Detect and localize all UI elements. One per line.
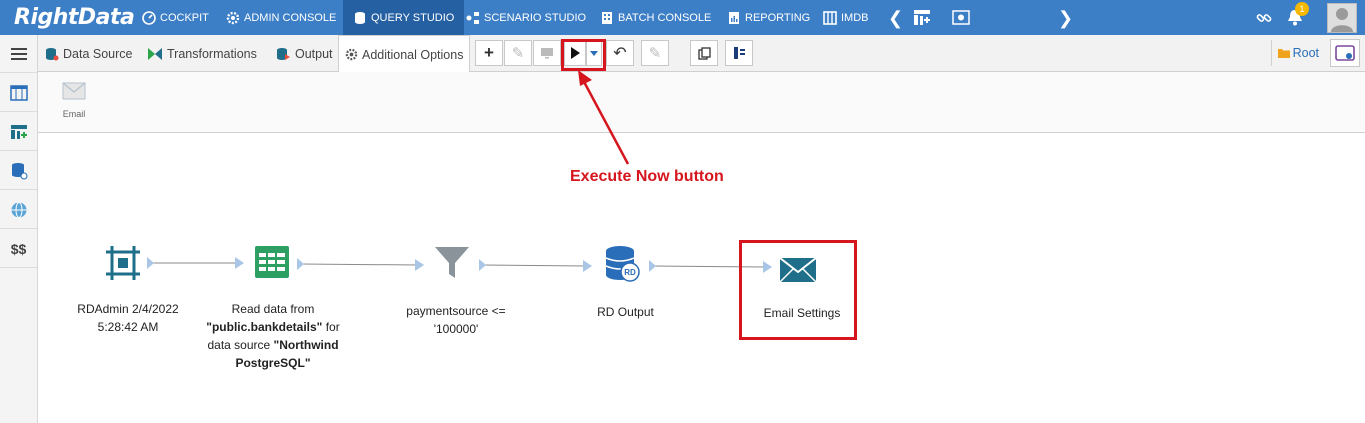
filter-funnel-icon[interactable] bbox=[433, 244, 471, 282]
globe-icon bbox=[11, 201, 26, 218]
share-button[interactable] bbox=[1330, 39, 1360, 67]
node-filter-label: paymentsource <= '100000' bbox=[406, 304, 506, 336]
node-rd-output-label: RD Output bbox=[597, 305, 654, 319]
nav-cockpit[interactable]: COCKPIT bbox=[142, 0, 209, 35]
node-read-data-label: Read data from "public.bankdetails" for … bbox=[206, 302, 340, 370]
edit-secondary-button[interactable]: ✎ bbox=[641, 40, 669, 66]
undo-icon: ↶ bbox=[613, 45, 627, 62]
tab-additional-options[interactable]: Additional Options bbox=[338, 35, 471, 73]
options-subbar: Email bbox=[38, 72, 1365, 133]
gear-icon bbox=[345, 48, 358, 61]
gear-icon bbox=[226, 11, 240, 24]
top-navigation-bar: RightData COCKPIT ADMIN CONSOLE QUERY ST… bbox=[0, 0, 1365, 35]
database-settings-icon bbox=[11, 162, 27, 179]
copy-icon bbox=[697, 46, 711, 60]
monitor-icon bbox=[541, 48, 553, 59]
report-icon bbox=[729, 11, 739, 24]
node-timestamp-label: RDAdmin 2/4/2022 5:28:42 AM bbox=[77, 302, 179, 334]
nav-next-chevron-icon[interactable]: ❯ bbox=[1058, 8, 1073, 29]
nav-admin-console[interactable]: ADMIN CONSOLE bbox=[226, 0, 336, 35]
table-add-icon bbox=[10, 124, 27, 139]
sidebar-item-network[interactable] bbox=[0, 191, 37, 229]
user-silhouette-icon bbox=[1331, 8, 1353, 32]
sidebar-item-cost[interactable]: $$ bbox=[0, 230, 37, 268]
pencil-icon: ✎ bbox=[511, 45, 525, 62]
building-icon bbox=[602, 11, 612, 24]
nav-scenario-studio[interactable]: SCENARIO STUDIO bbox=[466, 0, 586, 35]
annotation-arrow bbox=[578, 70, 630, 165]
root-folder-link[interactable]: Root bbox=[1270, 40, 1325, 66]
nav-query-studio[interactable]: QUERY STUDIO bbox=[343, 0, 465, 35]
rd-output-database-icon[interactable]: RD bbox=[603, 245, 643, 283]
sidebar-item-add-table[interactable] bbox=[0, 113, 37, 151]
svg-text:RD: RD bbox=[624, 268, 636, 277]
output-icon bbox=[277, 47, 290, 60]
email-settings-highlight bbox=[739, 240, 857, 340]
db-link-icon[interactable] bbox=[952, 10, 970, 25]
database-icon bbox=[355, 11, 365, 24]
add-button[interactable]: + bbox=[475, 40, 503, 66]
email-option-button[interactable]: Email bbox=[52, 82, 96, 119]
dollar-icon: $$ bbox=[10, 240, 27, 257]
sidebar-item-database[interactable] bbox=[0, 152, 37, 190]
tab-transformations[interactable]: Transformations bbox=[148, 35, 257, 72]
nav-batch-console[interactable]: BATCH CONSOLE bbox=[600, 0, 711, 35]
undo-button[interactable]: ↶ bbox=[606, 40, 634, 66]
nav-imdb[interactable]: IMDB bbox=[823, 0, 869, 35]
edit-button[interactable]: ✎ bbox=[504, 40, 532, 66]
envelope-icon bbox=[62, 82, 86, 100]
copy-button[interactable] bbox=[690, 40, 718, 66]
folder-icon bbox=[1277, 49, 1290, 58]
user-avatar[interactable] bbox=[1327, 3, 1357, 33]
execute-now-annotation: Execute Now button bbox=[570, 168, 724, 185]
tab-output[interactable]: Output bbox=[276, 35, 333, 72]
gauge-icon bbox=[142, 10, 156, 25]
link-icon[interactable] bbox=[1256, 10, 1272, 26]
calendar-table-icon bbox=[9, 84, 28, 101]
app-logo[interactable]: RightData bbox=[14, 5, 135, 30]
hamburger-icon bbox=[10, 47, 27, 60]
bowtie-icon bbox=[148, 47, 162, 60]
tab-data-source[interactable]: Data Source bbox=[45, 35, 132, 72]
nav-reporting[interactable]: REPORTING bbox=[727, 0, 810, 35]
source-grid-icon[interactable] bbox=[104, 244, 142, 282]
share-link-icon bbox=[1335, 45, 1355, 61]
sidebar-item-calendar[interactable] bbox=[0, 74, 37, 112]
data-source-icon bbox=[46, 47, 59, 60]
layout-icon bbox=[733, 47, 745, 59]
table-add-icon[interactable] bbox=[913, 9, 931, 26]
workflow-icon bbox=[466, 11, 479, 24]
layout-button[interactable] bbox=[725, 40, 753, 66]
menu-toggle-button[interactable] bbox=[0, 35, 37, 73]
notification-badge: 1 bbox=[1295, 2, 1309, 16]
left-sidebar: $$ bbox=[0, 35, 38, 423]
execute-now-highlight bbox=[561, 39, 606, 71]
pencil-icon: ✎ bbox=[648, 45, 662, 62]
columns-icon bbox=[823, 10, 837, 25]
nav-prev-chevron-icon[interactable]: ❮ bbox=[888, 8, 903, 29]
spreadsheet-icon[interactable] bbox=[253, 244, 291, 280]
tab-row: Data Source Transformations Output Addit… bbox=[38, 35, 1365, 73]
preview-button[interactable] bbox=[533, 40, 561, 66]
plus-icon: + bbox=[484, 43, 494, 62]
